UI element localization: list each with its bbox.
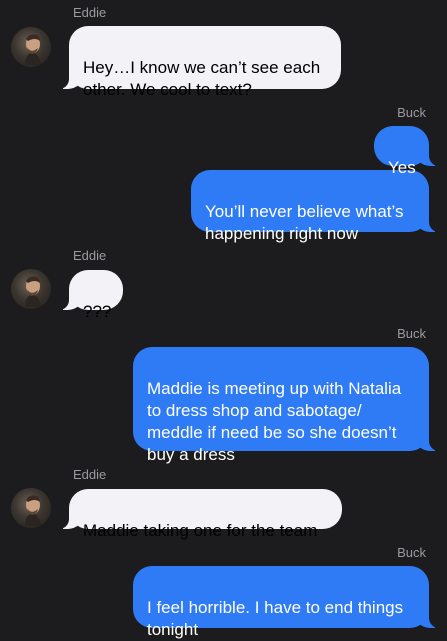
message-text: Yes (388, 158, 416, 177)
message-bubble-outgoing[interactable]: Yes (374, 126, 439, 177)
sender-label: Eddie (73, 248, 107, 263)
message-text: Maddie taking one for the team (83, 521, 318, 540)
person-photo-icon (25, 34, 41, 65)
message-bubble-outgoing[interactable]: I feel horrible. I have to end things to… (133, 566, 439, 639)
message-text: Hey…I know we can’t see each other. We c… (83, 58, 321, 99)
sender-label: Eddie (73, 5, 107, 20)
sender-label: Buck (397, 326, 426, 341)
message-bubble-incoming[interactable]: Maddie taking one for the team (59, 489, 342, 540)
person-photo-icon (25, 495, 41, 526)
message-bubble-incoming[interactable]: Hey…I know we can’t see each other. We c… (59, 26, 341, 99)
message-text: You’ll never believe what’s happening ri… (205, 202, 404, 243)
message-thread: Eddie Hey…I know we can’t see each other… (0, 0, 447, 640)
sender-label: Buck (397, 545, 426, 560)
contact-avatar[interactable] (11, 488, 51, 528)
contact-avatar[interactable] (11, 269, 51, 309)
message-text: I feel horrible. I have to end things to… (147, 598, 404, 639)
sender-label: Eddie (73, 467, 107, 482)
message-bubble-outgoing[interactable]: Maddie is meeting up with Natalia to dre… (133, 347, 439, 464)
message-text: Maddie is meeting up with Natalia to dre… (147, 379, 402, 464)
contact-avatar[interactable] (11, 27, 51, 67)
message-bubble-outgoing[interactable]: You’ll never believe what’s happening ri… (191, 170, 439, 243)
person-photo-icon (25, 276, 41, 307)
sender-label: Buck (397, 105, 426, 120)
message-text: ??? (83, 302, 112, 321)
message-bubble-incoming[interactable]: ??? (59, 270, 123, 321)
